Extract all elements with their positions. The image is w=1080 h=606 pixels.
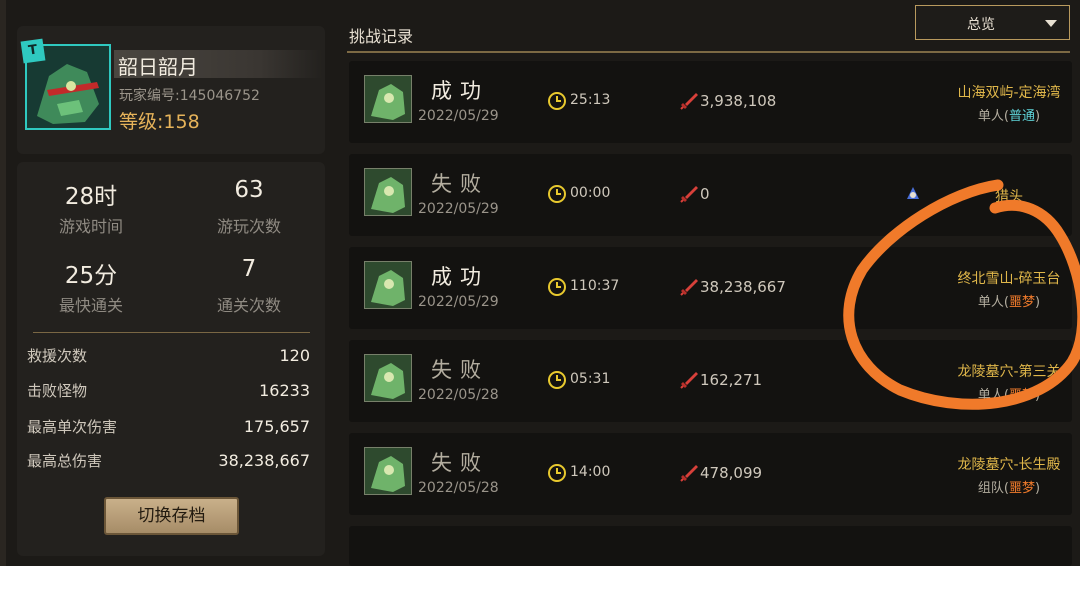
annotation-circle bbox=[843, 179, 1080, 410]
game-screen: T 韶日韶月 玩家编号:145046752 等级:158 28时 游戏时间 63… bbox=[0, 0, 1080, 566]
